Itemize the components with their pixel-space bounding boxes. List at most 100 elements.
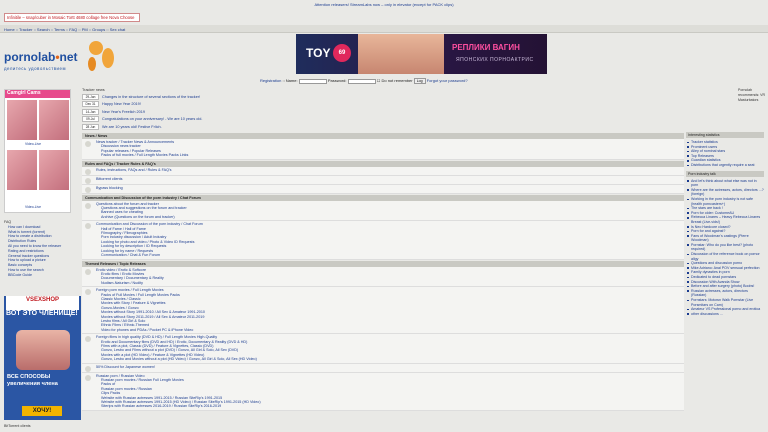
forum-body: Foreign porn movies / Full Length Movies… — [94, 287, 684, 333]
cam-thumb[interactable] — [39, 100, 69, 140]
cam-link[interactable]: Video-Live — [25, 142, 41, 146]
tracker-news-item: 14-Jan New Year's Freelich 2019 — [82, 108, 682, 116]
forum-row: News tracker / Tracker News & Announceme… — [82, 139, 684, 160]
news-date: 28 Jun — [82, 123, 99, 130]
name-input[interactable] — [298, 78, 327, 84]
forum-row: Questions about the forum and tracker Que… — [82, 200, 684, 222]
forum-status-icon — [82, 334, 94, 362]
forum-body: Questions about the forum and tracker Que… — [94, 201, 684, 221]
news-link[interactable]: Happy New Year 2019! — [102, 102, 141, 106]
forum-body: Russian porn / Russian Video Russian porn… — [94, 373, 684, 410]
login-button[interactable]: Log — [413, 78, 426, 84]
main-nav[interactable]: Home :: Tracker :: Search :: Terms :: FA… — [0, 25, 768, 33]
talk-link[interactable]: Discussion of the reference book on porn… — [686, 252, 764, 261]
banner-badge: 69 — [333, 44, 351, 62]
news-date: 14-Jan — [82, 108, 99, 115]
password-input[interactable] — [347, 78, 376, 84]
name-label: Name: — [285, 78, 298, 84]
bittorrent-clients-label: BitTorrent clients — [4, 424, 31, 428]
talk-link[interactable]: Working in the porn industry is not safe… — [686, 197, 764, 206]
forum-link[interactable]: 50% Discount for Japanese women! — [96, 365, 684, 369]
stats-link[interactable]: Distributions that urgently require a se… — [686, 163, 764, 168]
forum-status-icon — [82, 373, 94, 410]
tracker-news-item: 29-Jan Changes in the structure of severa… — [82, 93, 682, 101]
forum-body: Rules, instructions, FAQs and / Rules & … — [94, 167, 684, 175]
news-date: Dec 31 — [82, 101, 99, 108]
vsexshop-logo: VSEXSHOP — [6, 296, 79, 310]
talk-link[interactable]: other discussions ... — [686, 312, 764, 317]
forum-row: 50% Discount for Japanese women! — [82, 363, 684, 373]
forum-link[interactable]: Bittorrent clients — [96, 177, 684, 181]
talk-link[interactable]: Pornstars: Motown Walk Pornstar (Live Po… — [686, 298, 764, 307]
promo-link[interactable]: Infinitile – snap/cuber in Mosaic Tortt … — [4, 13, 140, 22]
news-link[interactable]: Congratulations on your anniversary! - W… — [102, 117, 202, 121]
logo-slogan: делитесь удовольствием — [4, 66, 66, 71]
talk-link[interactable]: And let's think about what else was not … — [686, 179, 764, 188]
forum-row: Foreign porn movies / Full Length Movies… — [82, 287, 684, 335]
subforum-link[interactable]: Nudism-Naturism / Nudity — [96, 281, 684, 285]
remember-checkbox[interactable]: ☐ — [377, 78, 381, 83]
vsexshop-headline: ВОТ ЭТО ЧЛЕНИЩЕ! — [6, 310, 78, 317]
news-date: 09-Jul — [82, 116, 99, 123]
cam-thumb[interactable] — [39, 150, 69, 190]
forum-status-icon — [82, 176, 94, 184]
forum-body: News tracker / Tracker News & Announceme… — [94, 139, 684, 159]
forum-status-icon — [82, 267, 94, 287]
announcement-link[interactable]: Attention releasers! StreamLabs now – on… — [0, 2, 768, 7]
side-ad-vsexshop[interactable]: VSEXSHOP ВОТ ЭТО ЧЛЕНИЩЕ! ВСЕ СПОСОБЫ ув… — [4, 296, 81, 420]
faq-link[interactable]: BBCode Guide — [4, 273, 74, 278]
forum-body: Communication and Discussion of the porn… — [94, 221, 684, 258]
cam-link[interactable]: Video-Live — [25, 205, 41, 209]
news-link[interactable]: We are 10 years old! Festive Frlich. — [102, 125, 162, 129]
register-link[interactable]: Registration — [260, 78, 281, 83]
forum-body: Bypass blocking — [94, 185, 684, 193]
talk-title: Porn industry talk — [686, 170, 764, 177]
top-banner-ad[interactable]: TOY 69 РЕПЛИКИ ВАГИН ЯПОНСКИХ ПОРНОАКТРИ… — [296, 34, 547, 74]
forum-sections: News / News News tracker / Tracker News &… — [82, 132, 684, 411]
talk-link[interactable]: Russian actresses, actors, directors (Ru… — [686, 289, 764, 298]
banner-image — [358, 34, 444, 74]
forum-body: Bittorrent clients — [94, 176, 684, 184]
forum-status-icon — [82, 201, 94, 221]
vsexshop-button[interactable]: ХОЧУ! — [22, 406, 62, 416]
subforum-link[interactable]: Video for phones and PDAs / Pocket PC & … — [96, 328, 684, 332]
forum-status-icon — [82, 287, 94, 333]
right-promo[interactable]: Pornolab recommends: VR Masturbators — [738, 88, 766, 103]
side-ad-camgirls[interactable]: Camgirl Cams Video-Live Video-Live — [4, 89, 71, 213]
remember-label: Do not remember — [381, 78, 413, 84]
forum-row: Foreign films in high quality (DVD & HD)… — [82, 334, 684, 364]
forum-row: Bittorrent clients — [82, 175, 684, 185]
vsexshop-image — [16, 330, 70, 370]
tracker-news-title: Tracker news — [82, 88, 105, 92]
forum-row: Russian porn / Russian Video Russian porn… — [82, 372, 684, 411]
news-link[interactable]: New Year's Freelich 2019 — [102, 110, 145, 114]
talk-link[interactable]: Rebecca Linares – Heavy Rebecca Linares … — [686, 215, 764, 224]
cam-thumb[interactable] — [7, 100, 37, 140]
forum-link[interactable]: Rules, instructions, FAQs and / Rules & … — [96, 168, 684, 172]
cam-thumb[interactable] — [7, 150, 37, 190]
forum-body: 50% Discount for Japanese women! — [94, 364, 684, 372]
forgot-password-link[interactable]: Forgot your password? — [427, 78, 468, 83]
talk-link[interactable]: Fans of Woodman's castings (Pierre Woodm… — [686, 234, 764, 243]
stats-title: Interesting statistics — [686, 132, 764, 138]
login-bar: Registration :: Name: Password: ☐ Do not… — [260, 78, 468, 84]
vsexshop-body: ВСЕ СПОСОБЫ увеличения члена — [7, 374, 58, 387]
forum-link[interactable]: Bypass blocking — [96, 186, 684, 190]
subforum-link[interactable]: Gonzo, Lesbo and Movies without a plot (… — [96, 357, 684, 361]
banner-brand: TOY — [306, 46, 331, 60]
tracker-news: Tracker news 29-Jan Changes in the struct… — [82, 88, 682, 131]
subforum-link[interactable]: Packs of full movies / Full Length Movie… — [96, 153, 684, 157]
subforum-link[interactable]: Communication / Chat & Fun Forum — [96, 253, 684, 257]
subforum-link[interactable]: Siterips with Russian actresses 2016-201… — [96, 404, 684, 408]
faq-sidebar: FAQ How can I download What is torrent (t… — [4, 220, 74, 278]
forum-row: Communication and Discussion of the porn… — [82, 221, 684, 260]
talk-link[interactable]: Pornstar: Who do you like best? (photo r… — [686, 243, 764, 252]
tracker-news-item: 28 Jun We are 10 years old! Festive Frlic… — [82, 123, 682, 131]
password-label: Password: — [327, 78, 347, 84]
forum-body: Erotic video / Erotic & Softcore Erotic f… — [94, 267, 684, 287]
subforum-link[interactable]: Archive (Questions on the forum and trac… — [96, 215, 684, 219]
talk-link[interactable]: Where are the actresses, actors, directo… — [686, 188, 764, 197]
forum-row: Erotic video / Erotic & Softcore Erotic f… — [82, 266, 684, 288]
news-link[interactable]: Changes in the structure of several sect… — [102, 95, 200, 99]
banner-subline: ЯПОНСКИХ ПОРНОАКТРИС — [456, 57, 534, 63]
